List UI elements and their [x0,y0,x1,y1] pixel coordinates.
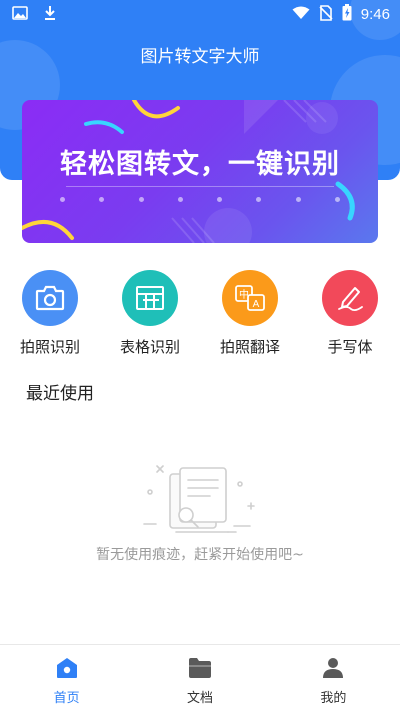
download-icon [42,5,58,25]
feature-grid: 拍照识别 表格识别 中A 拍照翻译 手写体 [0,270,400,357]
status-time: 9:46 [360,6,390,23]
app-screen: 9:46 图片转文字大师 轻松图转文，一键识别 拍照识别 表格识别 中 A 拍照… [0,0,400,711]
pen-icon [322,270,378,326]
feature-label: 拍照识别 [19,338,80,356]
app-title: 图片转文字大师 [140,47,260,67]
recent-section-title: 最近使用 [26,384,94,404]
nav-profile[interactable]: 我的 [267,645,400,711]
camera-icon [22,270,78,326]
feature-label: 手写体 [327,338,373,356]
wifi-icon [292,5,310,24]
banner-title: 轻松图转文，一键识别 [60,149,340,180]
nav-home[interactable]: 首页 [0,645,133,711]
home-icon [56,657,78,683]
feature-label: 表格识别 [119,338,180,356]
status-bar: 9:46 [0,0,400,28]
user-icon [322,657,344,683]
feature-label: 拍照翻译 [219,338,280,356]
nav-label: 文档 [186,691,213,706]
svg-text:A: A [253,299,260,310]
empty-state-text: 暂无使用痕迹，赶紧开始使用吧~ [96,547,304,563]
translate-icon: 中A [222,270,278,326]
table-icon [122,270,178,326]
no-sim-icon [319,4,333,25]
folder-icon [188,657,212,683]
feature-photo-translate[interactable]: 中A 拍照翻译 [200,270,300,357]
banner-dots [60,197,340,202]
feature-table-ocr[interactable]: 表格识别 [100,270,200,357]
battery-charging-icon [342,4,352,25]
feature-handwriting[interactable]: 手写体 [300,270,400,357]
nav-label: 首页 [53,691,80,706]
promo-banner[interactable]: 轻松图转文，一键识别 [22,100,378,243]
nav-label: 我的 [320,691,347,706]
empty-documents-icon [143,465,255,533]
nav-documents[interactable]: 文档 [133,645,266,711]
bottom-nav: 首页 文档 我的 [0,644,400,711]
gallery-icon [12,5,28,25]
feature-photo-ocr[interactable]: 拍照识别 [0,270,100,357]
banner-divider [66,186,334,187]
